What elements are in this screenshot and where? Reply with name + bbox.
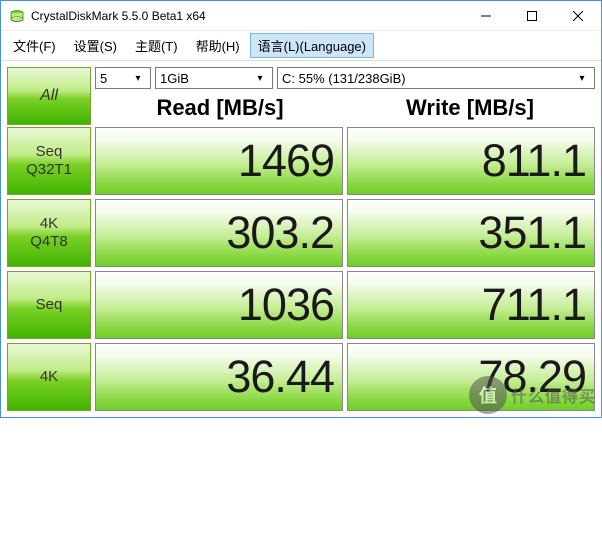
menu-language[interactable]: 语言(L)(Language) <box>250 33 374 58</box>
menu-settings[interactable]: 设置(S) <box>66 33 125 58</box>
test-size-select[interactable]: 1GiB ▾ <box>155 67 273 89</box>
row-4k: 4K 36.44 78.29 <box>7 343 595 411</box>
row-label-2: Q32T1 <box>26 161 72 179</box>
row-label-1: 4K <box>40 215 58 233</box>
seq-q32t1-write-value: 811.1 <box>347 127 595 195</box>
seq-q32t1-read-value: 1469 <box>95 127 343 195</box>
4k-button[interactable]: 4K <box>7 343 91 411</box>
menu-file[interactable]: 文件(F) <box>5 33 64 58</box>
window-title: CrystalDiskMark 5.5.0 Beta1 x64 <box>31 9 463 23</box>
titlebar: CrystalDiskMark 5.5.0 Beta1 x64 <box>1 1 601 31</box>
seq-button[interactable]: Seq <box>7 271 91 339</box>
write-column-header: Write [MB/s] <box>345 93 595 125</box>
seq-read-value: 1036 <box>95 271 343 339</box>
chevron-down-icon: ▾ <box>574 73 590 84</box>
column-headers: Read [MB/s] Write [MB/s] <box>95 93 595 125</box>
window-controls <box>463 1 601 31</box>
menu-theme[interactable]: 主题(T) <box>127 33 186 58</box>
read-column-header: Read [MB/s] <box>95 93 345 125</box>
test-count-value: 5 <box>100 71 130 86</box>
4k-q4t8-write-value: 351.1 <box>347 199 595 267</box>
chevron-down-icon: ▾ <box>252 73 268 84</box>
row-label-1: 4K <box>40 368 58 386</box>
maximize-button[interactable] <box>509 1 555 31</box>
test-count-select[interactable]: 5 ▾ <box>95 67 151 89</box>
results-grid: Seq Q32T1 1469 811.1 4K Q4T8 303.2 351.1… <box>7 127 595 411</box>
row-label-1: Seq <box>36 296 63 314</box>
row-label-1: Seq <box>36 143 63 161</box>
row-4k-q4t8: 4K Q4T8 303.2 351.1 <box>7 199 595 267</box>
app-window: CrystalDiskMark 5.5.0 Beta1 x64 文件(F) 设置… <box>0 0 602 418</box>
drive-value: C: 55% (131/238GiB) <box>282 71 574 86</box>
row-label-2: Q4T8 <box>30 233 68 251</box>
content-area: All 5 ▾ 1GiB ▾ C: 55% (131/238GiB) ▾ <box>1 61 601 417</box>
menu-help[interactable]: 帮助(H) <box>188 33 248 58</box>
test-size-value: 1GiB <box>160 71 252 86</box>
all-button[interactable]: All <box>7 67 91 125</box>
seq-write-value: 711.1 <box>347 271 595 339</box>
app-icon <box>9 8 25 24</box>
drive-select[interactable]: C: 55% (131/238GiB) ▾ <box>277 67 595 89</box>
4k-read-value: 36.44 <box>95 343 343 411</box>
row-seq-q32t1: Seq Q32T1 1469 811.1 <box>7 127 595 195</box>
top-controls-row: All 5 ▾ 1GiB ▾ C: 55% (131/238GiB) ▾ <box>7 67 595 125</box>
4k-write-value: 78.29 <box>347 343 595 411</box>
4k-q4t8-read-value: 303.2 <box>95 199 343 267</box>
seq-q32t1-button[interactable]: Seq Q32T1 <box>7 127 91 195</box>
menubar: 文件(F) 设置(S) 主题(T) 帮助(H) 语言(L)(Language) <box>1 31 601 61</box>
4k-q4t8-button[interactable]: 4K Q4T8 <box>7 199 91 267</box>
chevron-down-icon: ▾ <box>130 73 146 84</box>
close-button[interactable] <box>555 1 601 31</box>
row-seq: Seq 1036 711.1 <box>7 271 595 339</box>
minimize-button[interactable] <box>463 1 509 31</box>
